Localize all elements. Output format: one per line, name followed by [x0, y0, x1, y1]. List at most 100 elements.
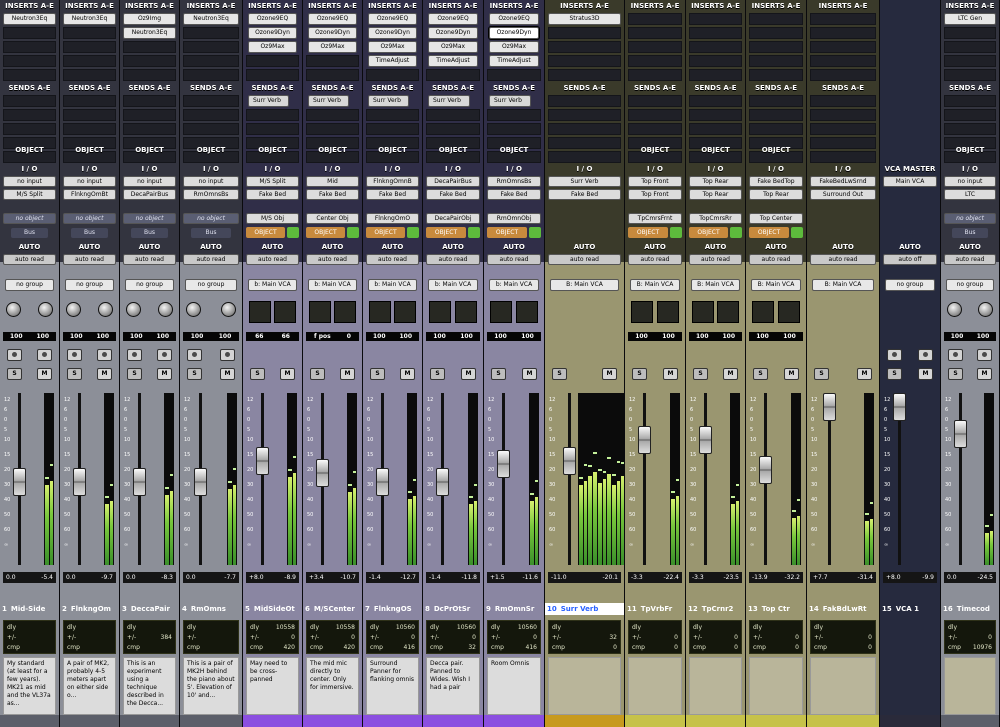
- insert-slot-empty[interactable]: [306, 69, 359, 81]
- send-slot-empty[interactable]: [3, 109, 56, 121]
- insert-slot-4[interactable]: TimeAdjust: [489, 55, 539, 67]
- automation-mode-select[interactable]: auto read: [628, 254, 682, 265]
- output-selector[interactable]: Fake Bed: [548, 189, 621, 200]
- bus-button[interactable]: Bus: [71, 228, 108, 238]
- track-name[interactable]: 11 TpVrbFr: [625, 603, 685, 615]
- record-enable-button[interactable]: [37, 349, 52, 361]
- comment-field[interactable]: A pair of MK2, probably 4-5 meters apart…: [63, 657, 116, 715]
- solo-button[interactable]: S: [67, 368, 82, 380]
- object-enable-toggle[interactable]: [287, 227, 299, 238]
- object-enable-toggle[interactable]: [730, 227, 742, 238]
- output-selector[interactable]: Fake Bed: [366, 189, 419, 200]
- group-selector[interactable]: b: Main VCA: [248, 279, 297, 291]
- group-selector[interactable]: b: Main VCA: [368, 279, 417, 291]
- send-slot-1[interactable]: Surr Verb: [248, 95, 289, 107]
- output-selector[interactable]: Surround Out: [810, 189, 876, 200]
- send-slot-empty[interactable]: [689, 95, 742, 107]
- automation-mode-select[interactable]: auto read: [426, 254, 480, 265]
- solo-button[interactable]: S: [491, 368, 506, 380]
- automation-mode-select[interactable]: auto read: [487, 254, 541, 265]
- insert-slot-empty[interactable]: [306, 55, 359, 67]
- panner-display-left[interactable]: [631, 301, 653, 323]
- send-slot-empty[interactable]: [548, 95, 621, 107]
- input-selector[interactable]: DecaPairBus: [426, 176, 480, 187]
- insert-slot-empty[interactable]: [689, 27, 742, 39]
- fader-cap[interactable]: [893, 393, 907, 421]
- send-slot-empty[interactable]: [3, 123, 56, 135]
- insert-slot-1[interactable]: Stratus3D: [548, 13, 621, 25]
- object-button[interactable]: OBJECT: [246, 227, 285, 238]
- input-selector[interactable]: no input: [183, 176, 239, 187]
- group-selector[interactable]: no group: [65, 279, 114, 291]
- solo-button[interactable]: S: [552, 368, 567, 380]
- panner-display-right[interactable]: [274, 301, 296, 323]
- insert-slot-3[interactable]: Oz9Max: [489, 41, 539, 53]
- send-slot-empty[interactable]: [123, 123, 176, 135]
- send-slot-empty[interactable]: [548, 109, 621, 121]
- send-slot-1[interactable]: Surr Verb: [308, 95, 349, 107]
- solo-button[interactable]: S: [753, 368, 768, 380]
- solo-button[interactable]: S: [887, 368, 902, 380]
- panner-display-left[interactable]: [249, 301, 271, 323]
- object-button[interactable]: OBJECT: [628, 227, 668, 238]
- mute-button[interactable]: M: [37, 368, 52, 380]
- send-slot-empty[interactable]: [628, 123, 682, 135]
- insert-slot-3[interactable]: Oz9Max: [428, 41, 478, 53]
- comment-field[interactable]: [628, 657, 682, 715]
- pan-knob-right[interactable]: [221, 302, 236, 317]
- solo-button[interactable]: S: [127, 368, 142, 380]
- send-slot-empty[interactable]: [944, 95, 996, 107]
- insert-slot-1[interactable]: Ozone9EQ: [248, 13, 297, 25]
- send-slot-1[interactable]: Surr Verb: [489, 95, 531, 107]
- object-button[interactable]: OBJECT: [426, 227, 466, 238]
- insert-slot-empty[interactable]: [366, 69, 419, 81]
- insert-slot-empty[interactable]: [246, 55, 299, 67]
- group-selector[interactable]: b: Main VCA: [489, 279, 539, 291]
- insert-slot-1[interactable]: LTC Gen: [944, 13, 996, 25]
- insert-slot-empty[interactable]: [689, 55, 742, 67]
- input-selector[interactable]: FlnkngOmnB: [366, 176, 419, 187]
- output-selector[interactable]: Fake Bed: [426, 189, 480, 200]
- panner-display-left[interactable]: [309, 301, 331, 323]
- insert-slot-empty[interactable]: [426, 69, 480, 81]
- object-button[interactable]: OBJECT: [306, 227, 345, 238]
- input-monitor-button[interactable]: [67, 349, 82, 361]
- output-selector[interactable]: LTC: [944, 189, 996, 200]
- insert-slot-1[interactable]: Ozone9EQ: [428, 13, 478, 25]
- insert-slot-1[interactable]: Ozone9EQ: [308, 13, 357, 25]
- bus-button[interactable]: Bus: [131, 228, 168, 238]
- bus-button[interactable]: Bus: [952, 228, 988, 238]
- group-selector[interactable]: B: Main VCA: [550, 279, 619, 291]
- insert-slot-empty[interactable]: [689, 13, 742, 25]
- group-selector[interactable]: no group: [946, 279, 994, 291]
- fader-cap[interactable]: [563, 447, 577, 475]
- pan-knob-right[interactable]: [98, 302, 113, 317]
- comment-field[interactable]: This is a pair of MK2H behind the piano …: [183, 657, 239, 715]
- send-slot-empty[interactable]: [306, 123, 359, 135]
- fader-cap[interactable]: [759, 456, 773, 484]
- send-slot-empty[interactable]: [183, 123, 239, 135]
- send-slot-empty[interactable]: [366, 109, 419, 121]
- insert-slot-empty[interactable]: [3, 41, 56, 53]
- insert-slot-empty[interactable]: [944, 27, 996, 39]
- insert-slot-empty[interactable]: [183, 27, 239, 39]
- mute-button[interactable]: M: [340, 368, 355, 380]
- panner-display-right[interactable]: [455, 301, 477, 323]
- object-selector[interactable]: no object: [63, 213, 116, 224]
- panner-display-right[interactable]: [657, 301, 679, 323]
- comment-field[interactable]: Decca pair. Panned to Wides. Wish I had …: [426, 657, 480, 715]
- group-selector[interactable]: no group: [5, 279, 54, 291]
- automation-mode-select[interactable]: auto read: [810, 254, 876, 265]
- fader-cap[interactable]: [72, 468, 86, 496]
- insert-slot-empty[interactable]: [123, 55, 176, 67]
- output-selector[interactable]: DecaPairBus: [123, 189, 176, 200]
- automation-mode-select[interactable]: auto read: [548, 254, 621, 265]
- pan-knob-left[interactable]: [126, 302, 141, 317]
- record-enable-button[interactable]: [97, 349, 112, 361]
- comment-field[interactable]: This is an experiment using a technique …: [123, 657, 176, 715]
- record-enable-button[interactable]: [918, 349, 933, 361]
- insert-slot-empty[interactable]: [689, 69, 742, 81]
- mute-button[interactable]: M: [522, 368, 537, 380]
- insert-slot-1[interactable]: Ozone9EQ: [368, 13, 417, 25]
- insert-slot-empty[interactable]: [548, 27, 621, 39]
